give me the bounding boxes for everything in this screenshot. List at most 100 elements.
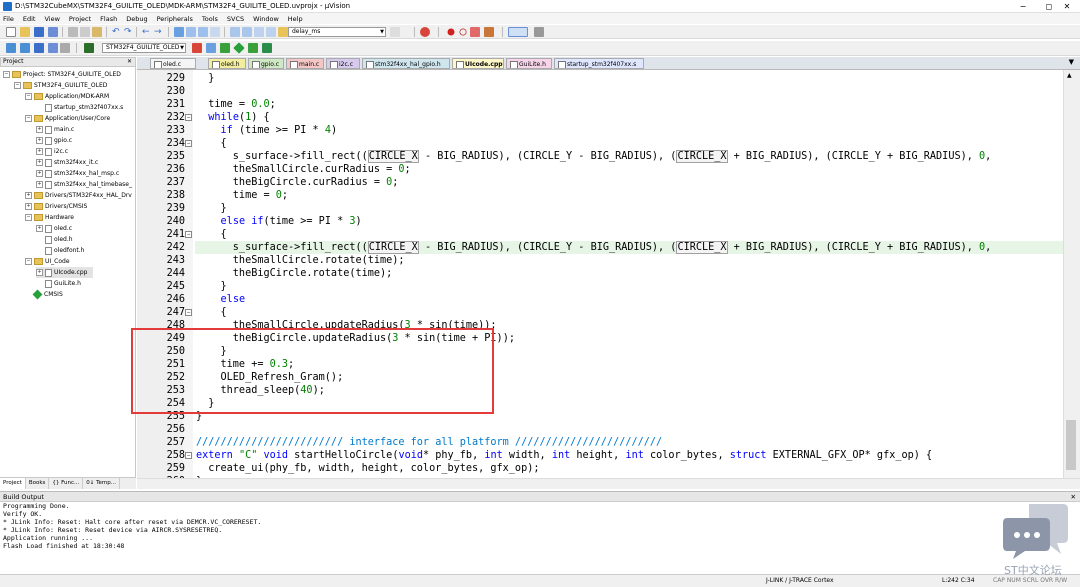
code-text[interactable]: extern "C" void startHelloCircle(void* p… (196, 449, 932, 462)
rebuild-icon[interactable] (34, 43, 44, 53)
editor-horizontal-scrollbar[interactable] (137, 478, 1080, 489)
save-icon[interactable] (34, 27, 44, 37)
bookmark-prev-icon[interactable] (186, 27, 196, 37)
kill-breakpoints-icon[interactable] (484, 27, 494, 37)
file-extensions-icon[interactable] (206, 43, 216, 53)
indent-icon[interactable] (230, 27, 240, 37)
download-icon[interactable] (84, 43, 94, 53)
menu-window[interactable]: Window (253, 15, 279, 23)
translate-icon[interactable] (6, 43, 16, 53)
tab-list-chevron-icon[interactable]: ▼ (1069, 58, 1074, 66)
panel-close-icon[interactable]: ✕ (1071, 492, 1076, 502)
menu-svcs[interactable]: SVCS (227, 15, 244, 23)
menu-tools[interactable]: Tools (202, 15, 218, 23)
collapse-icon[interactable]: − (3, 71, 10, 78)
code-text[interactable]: else (196, 293, 246, 306)
pack-installer-icon[interactable] (248, 43, 258, 53)
breakpoint-icon[interactable] (447, 28, 455, 36)
debug-session-icon[interactable] (420, 27, 430, 37)
tree-item[interactable]: − Application/User/Core (25, 113, 110, 124)
fold-toggle-icon[interactable]: − (185, 309, 192, 316)
code-text[interactable]: create_ui(phy_fb, width, height, color_b… (196, 462, 539, 475)
code-text[interactable]: time = 0; (196, 189, 288, 202)
panel-close-icon[interactable]: ✕ (127, 58, 132, 66)
code-text[interactable]: { (196, 306, 227, 319)
editor-tab[interactable]: i2c.c (326, 58, 360, 69)
tree-item[interactable]: + stm32f4xx_hal_timebase_ (36, 179, 132, 190)
menu-edit[interactable]: Edit (23, 15, 36, 23)
project-tab[interactable]: 0↓ Temp... (83, 478, 121, 489)
expand-icon[interactable]: + (36, 225, 43, 232)
expand-icon[interactable]: + (36, 148, 43, 155)
code-text[interactable]: theBigCircle.curRadius = 0; (196, 176, 399, 189)
tree-item[interactable]: + gpio.c (36, 135, 72, 146)
editor-vertical-scrollbar[interactable]: ▲ (1063, 70, 1080, 478)
tree-item[interactable]: + main.c (36, 124, 74, 135)
menu-view[interactable]: View (44, 15, 59, 23)
collapse-icon[interactable]: − (25, 115, 32, 122)
close-button[interactable]: ✕ (1054, 1, 1080, 12)
minimize-button[interactable]: − (1010, 1, 1036, 12)
code-text[interactable]: theSmallCircle.rotate(time); (196, 254, 405, 267)
code-text[interactable]: else if(time >= PI * 3) (196, 215, 362, 228)
incremental-find-icon[interactable] (390, 27, 400, 37)
build-icon[interactable] (20, 43, 30, 53)
code-text[interactable]: s_surface->fill_rect((CIRCLE_X - BIG_RAD… (196, 241, 991, 254)
comment-icon[interactable] (254, 27, 264, 37)
open-folder-icon[interactable] (20, 27, 30, 37)
batch-build-icon[interactable] (48, 43, 58, 53)
bookmark-next-icon[interactable] (198, 27, 208, 37)
cut-icon[interactable] (68, 27, 78, 37)
find-combo[interactable]: delay_ms ▼ (288, 27, 386, 37)
tree-item[interactable]: GuiLite.h (36, 278, 81, 289)
collapse-icon[interactable]: − (14, 82, 21, 89)
target-options-icon[interactable] (192, 43, 202, 53)
code-text[interactable]: //////////////////////// interface for a… (196, 436, 662, 449)
editor-tab[interactable]: gpio.c (248, 58, 284, 69)
expand-icon[interactable]: + (36, 126, 43, 133)
scroll-up-icon[interactable]: ▲ (1067, 72, 1072, 79)
manage-rte-icon[interactable] (220, 43, 230, 53)
tree-item[interactable]: − UI_Code (25, 256, 70, 267)
expand-icon[interactable]: + (36, 159, 43, 166)
unindent-icon[interactable] (242, 27, 252, 37)
undo-icon[interactable]: ↶ (112, 27, 122, 37)
expand-icon[interactable]: + (36, 181, 43, 188)
tree-item[interactable]: − STM32F4_GUILITE_OLED (14, 80, 107, 91)
code-text[interactable]: { (196, 137, 227, 150)
nav-back-icon[interactable]: ← (142, 27, 152, 37)
tree-item[interactable]: + UIcode.cpp (36, 267, 94, 278)
editor-tab[interactable]: UIcode.cpp (452, 58, 504, 69)
configure-icon[interactable] (534, 27, 544, 37)
editor-tab[interactable]: main.c (286, 58, 324, 69)
editor-tab[interactable]: stm32f4xx_hal_gpio.h (362, 58, 450, 69)
breakpoint-disable-icon[interactable] (459, 28, 467, 36)
expand-icon[interactable]: + (36, 269, 43, 276)
menu-project[interactable]: Project (69, 15, 91, 23)
menu-debug[interactable]: Debug (126, 15, 147, 23)
code-text[interactable]: } (196, 72, 214, 85)
redo-icon[interactable]: ↷ (124, 27, 134, 37)
menu-flash[interactable]: Flash (100, 15, 117, 23)
editor-tab[interactable]: GuiLite.h (506, 58, 552, 69)
new-file-icon[interactable] (6, 27, 16, 37)
editor-tab[interactable]: oled.h (208, 58, 246, 69)
fold-toggle-icon[interactable]: − (185, 231, 192, 238)
tree-item[interactable]: + Drivers/CMSIS (25, 201, 87, 212)
fold-toggle-icon[interactable]: − (185, 140, 192, 147)
uncomment-icon[interactable] (266, 27, 276, 37)
paste-icon[interactable] (92, 27, 102, 37)
expand-icon[interactable]: + (25, 203, 32, 210)
project-tab[interactable]: Project (0, 478, 26, 489)
code-text[interactable]: { (196, 228, 227, 241)
collapse-icon[interactable]: − (25, 93, 32, 100)
code-text[interactable]: while(1) { (196, 111, 269, 124)
window-layout-icon[interactable] (508, 27, 528, 37)
menu-help[interactable]: Help (288, 15, 303, 23)
tree-item[interactable]: − Application/MDK-ARM (25, 91, 109, 102)
code-text[interactable]: s_surface->fill_rect((CIRCLE_X - BIG_RAD… (196, 150, 991, 163)
editor-tab[interactable]: oled.c (150, 58, 196, 69)
tree-item[interactable]: + stm32f4xx_it.c (36, 157, 98, 168)
menu-file[interactable]: File (3, 15, 14, 23)
fold-toggle-icon[interactable]: − (185, 114, 192, 121)
